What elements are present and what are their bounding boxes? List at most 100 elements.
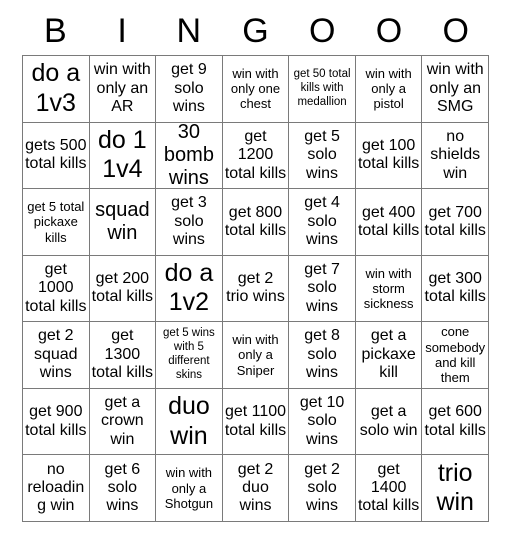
- bingo-cell-label: get a pickaxe kill: [361, 327, 416, 382]
- bingo-cell-label: get 700 total kills: [424, 203, 486, 239]
- bingo-cell[interactable]: no shields win: [422, 122, 489, 190]
- bingo-cell[interactable]: get 300 total kills: [422, 255, 489, 323]
- bingo-cell[interactable]: do 1 1v4: [89, 122, 157, 190]
- bingo-cell[interactable]: 30 bomb wins: [156, 122, 223, 190]
- bingo-cell[interactable]: get a solo win: [355, 388, 423, 456]
- bingo-cell-label: win with only a Shotgun: [164, 465, 214, 511]
- bingo-cell-label: trio win: [436, 458, 474, 517]
- bingo-cell-label: get 200 total kills: [91, 270, 154, 306]
- bingo-cell-label: get a solo win: [359, 403, 418, 439]
- bingo-cell[interactable]: do a 1v3: [23, 56, 90, 123]
- bingo-cell[interactable]: get 100 total kills: [355, 122, 423, 190]
- bingo-cell-label: do 1 1v4: [98, 125, 147, 184]
- bingo-cell-label: get 1200 total kills: [224, 127, 287, 182]
- bingo-cell[interactable]: win with storm sickness: [355, 255, 423, 323]
- bingo-cell[interactable]: get 8 solo wins: [289, 322, 356, 389]
- bingo-cell[interactable]: get 3 solo wins: [156, 189, 223, 256]
- bingo-cell-label: win with only an SMG: [426, 61, 484, 115]
- bingo-cell-label: win with only a Sniper: [232, 332, 279, 378]
- bingo-cell[interactable]: gets 500 total kills: [23, 122, 90, 190]
- bingo-cell[interactable]: win with only a Sniper: [222, 322, 290, 389]
- bingo-cell-label: get 3 solo wins: [171, 194, 207, 249]
- bingo-cell-label: get 8 solo wins: [304, 327, 340, 382]
- bingo-cell[interactable]: get a pickaxe kill: [355, 322, 423, 389]
- bingo-header-letter: O: [442, 12, 469, 50]
- bingo-cell[interactable]: get 5 wins with 5 different skins: [156, 322, 223, 389]
- bingo-cell[interactable]: get a crown win: [89, 388, 157, 456]
- bingo-cell[interactable]: cone somebody and kill them: [422, 322, 489, 389]
- bingo-cell[interactable]: get 4 solo wins: [289, 189, 356, 256]
- bingo-cell[interactable]: win with only a Shotgun: [156, 455, 223, 522]
- bingo-cell-label: get 6 solo wins: [104, 460, 141, 515]
- bingo-cell[interactable]: trio win: [422, 455, 489, 522]
- bingo-header-letter: G: [242, 12, 269, 50]
- bingo-cell-label: get 2 trio wins: [226, 270, 285, 306]
- bingo-cell-label: do a 1v3: [31, 59, 81, 117]
- bingo-cell-label: get 800 total kills: [224, 203, 287, 239]
- bingo-cell[interactable]: get 6 solo wins: [89, 455, 157, 522]
- bingo-cell-label: get 5 solo wins: [304, 127, 340, 182]
- bingo-cell-label: get 400 total kills: [357, 203, 420, 239]
- bingo-cell[interactable]: win with only an AR: [89, 56, 157, 123]
- bingo-cell-label: get 1300 total kills: [91, 327, 154, 382]
- bingo-cell[interactable]: get 1100 total kills: [222, 388, 290, 456]
- bingo-cell[interactable]: get 1300 total kills: [89, 322, 157, 389]
- bingo-cell-label: get 2 squad wins: [33, 327, 78, 382]
- bingo-cell[interactable]: get 1000 total kills: [23, 255, 90, 323]
- bingo-cell-label: get 600 total kills: [424, 403, 486, 439]
- bingo-cell[interactable]: get 2 squad wins: [23, 322, 90, 389]
- bingo-grid: do a 1v3 win with only an AR get 9 solo wi…: [22, 55, 489, 522]
- bingo-cell[interactable]: get 1200 total kills: [222, 122, 290, 190]
- bingo-cell[interactable]: get 7 solo wins: [289, 255, 356, 323]
- bingo-cell-label: 30 bomb wins: [163, 122, 214, 189]
- bingo-cell[interactable]: get 2 trio wins: [222, 255, 290, 323]
- bingo-cell-label: gets 500 total kills: [25, 136, 87, 173]
- bingo-cell-label: get 5 wins with 5 different skins: [163, 327, 215, 381]
- bingo-cell-label: get a crown win: [101, 394, 144, 448]
- bingo-cell[interactable]: get 5 total pickaxe kills: [23, 189, 90, 256]
- bingo-cell[interactable]: get 700 total kills: [422, 189, 489, 256]
- bingo-cell[interactable]: get 2 duo wins: [222, 455, 290, 522]
- bingo-cell[interactable]: get 10 solo wins: [289, 388, 356, 456]
- bingo-cell-label: get 1100 total kills: [224, 403, 287, 439]
- bingo-cell[interactable]: get 1400 total kills: [355, 455, 423, 522]
- bingo-cell-label: no shields win: [430, 127, 481, 182]
- bingo-cell[interactable]: no reloading win: [23, 455, 90, 522]
- bingo-cell[interactable]: get 50 total kills with medallion: [289, 56, 356, 123]
- bingo-cell[interactable]: get 800 total kills: [222, 189, 290, 256]
- bingo-cell[interactable]: get 900 total kills: [23, 388, 90, 456]
- bingo-cell-label: get 4 solo wins: [304, 194, 340, 249]
- bingo-header-letter: B: [44, 12, 67, 50]
- bingo-cell-label: get 300 total kills: [424, 270, 486, 306]
- bingo-cell[interactable]: get 2 solo wins: [289, 455, 356, 522]
- bingo-card: B I N G O O O do a 1v3 win with only an AR get 9…: [0, 0, 511, 544]
- bingo-cell[interactable]: get 5 solo wins: [289, 122, 356, 190]
- bingo-cell[interactable]: squad win: [89, 189, 157, 256]
- bingo-cell-label: get 50 total kills with medallion: [293, 68, 351, 108]
- bingo-cell-label: win with storm sickness: [363, 265, 414, 312]
- bingo-cell[interactable]: do a 1v2: [156, 255, 223, 323]
- bingo-cell-label: no reloading win: [27, 460, 85, 515]
- bingo-cell-label: win with only an AR: [93, 61, 151, 115]
- bingo-header-letter: O: [309, 12, 336, 50]
- bingo-cell-label: get 100 total kills: [357, 136, 420, 173]
- bingo-cell[interactable]: duo win: [156, 388, 223, 456]
- bingo-cell[interactable]: get 200 total kills: [89, 255, 157, 323]
- bingo-cell[interactable]: win with only a pistol: [355, 56, 423, 123]
- bingo-cell[interactable]: get 9 solo wins: [156, 56, 223, 123]
- bingo-cell-label: get 1400 total kills: [357, 460, 420, 515]
- bingo-cell-label: get 9 solo wins: [171, 61, 207, 115]
- bingo-cell[interactable]: win with only an SMG: [422, 56, 489, 123]
- bingo-header-letter: N: [176, 12, 202, 50]
- bingo-header-letter: I: [117, 12, 127, 50]
- bingo-cell[interactable]: get 400 total kills: [355, 189, 423, 256]
- bingo-cell-label: get 2 duo wins: [237, 460, 274, 515]
- bingo-cell-label: win with only a pistol: [365, 65, 412, 112]
- bingo-cell-label: cone somebody and kill them: [425, 324, 486, 386]
- bingo-cell-label: win with only one chest: [230, 65, 281, 112]
- bingo-cell-label: get 10 solo wins: [299, 394, 345, 448]
- bingo-cell-label: do a 1v2: [164, 258, 214, 317]
- bingo-cell[interactable]: get 600 total kills: [422, 388, 489, 456]
- bingo-cell[interactable]: win with only one chest: [222, 56, 290, 123]
- bingo-cell-label: squad win: [95, 198, 150, 244]
